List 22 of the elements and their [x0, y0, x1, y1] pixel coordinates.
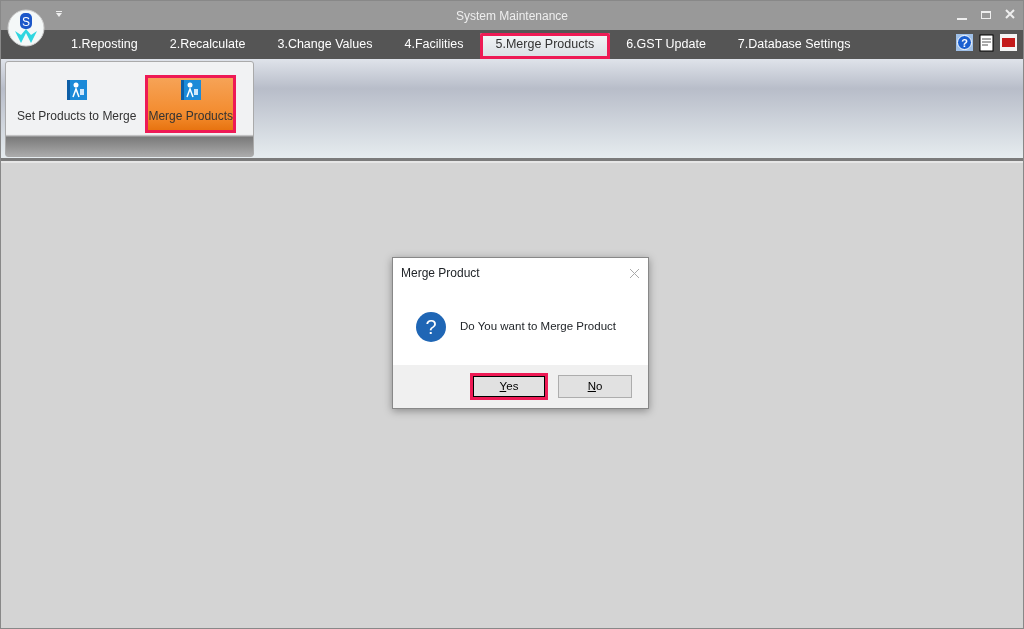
- document-icon[interactable]: [979, 34, 994, 52]
- ribbon-tab[interactable]: 5.Merge Products: [479, 33, 611, 59]
- ribbon-tab[interactable]: 6.GST Update: [610, 30, 722, 59]
- dropdown-arrow-icon[interactable]: [55, 10, 63, 18]
- ribbon-button[interactable]: Set Products to Merge: [14, 75, 140, 133]
- ribbon-tab[interactable]: 3.Change Values: [261, 30, 389, 59]
- ribbon-tab[interactable]: 4.Facilities: [388, 30, 480, 59]
- person-book-icon: [179, 79, 202, 101]
- ribbon-tab[interactable]: 1.Reposting: [55, 30, 154, 59]
- ribbon-tab[interactable]: 2.Recalculate: [153, 30, 262, 59]
- ribbon-button[interactable]: Merge Products: [145, 75, 237, 133]
- dialog-title: Merge Product: [401, 265, 480, 282]
- close-icon[interactable]: [629, 267, 640, 279]
- person-book-icon: [65, 79, 88, 101]
- question-icon: ?: [415, 310, 447, 343]
- help-icon[interactable]: ?: [956, 34, 973, 51]
- ribbon-tab[interactable]: 7.Database Settings: [721, 30, 867, 59]
- dialog-button[interactable]: Yes: [470, 373, 548, 400]
- window-title: System Maintenance: [455, 7, 569, 25]
- exit-icon[interactable]: [1000, 34, 1017, 51]
- dialog-message: Do You want to Merge Product: [460, 318, 616, 334]
- dialog-button[interactable]: No: [558, 375, 632, 398]
